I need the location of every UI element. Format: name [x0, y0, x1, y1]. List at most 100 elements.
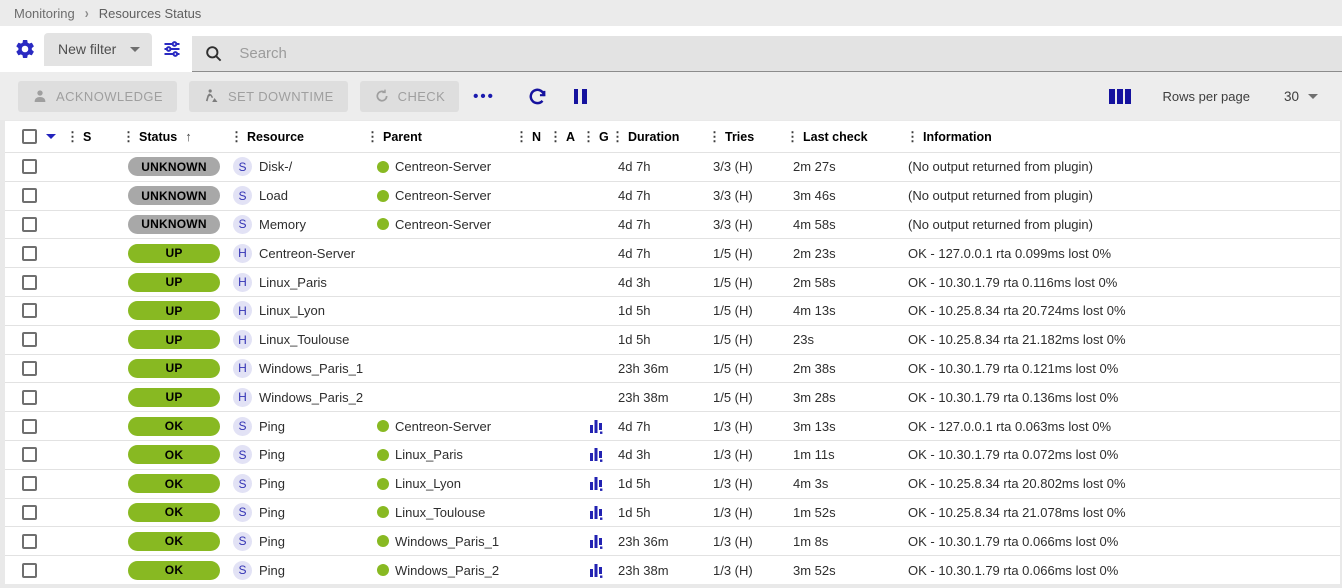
parent-name[interactable]: Centreon-Server	[395, 217, 491, 232]
row-checkbox[interactable]	[22, 361, 37, 376]
table-row[interactable]: OK S Ping Linux_Toulouse 1d 5h 1/3 (H) 1…	[5, 498, 1340, 527]
breadcrumb-resources-status[interactable]: Resources Status	[99, 6, 202, 21]
resource-name[interactable]: Centreon-Server	[259, 246, 355, 261]
resource-name[interactable]: Memory	[259, 217, 306, 232]
header-action[interactable]: ⋮A	[549, 129, 582, 145]
row-checkbox[interactable]	[22, 159, 37, 174]
table-row[interactable]: OK S Ping Linux_Paris 4d 3h 1/3 (H) 1m 1…	[5, 440, 1340, 469]
resource-name[interactable]: Linux_Paris	[259, 275, 327, 290]
header-duration[interactable]: ⋮Duration	[611, 129, 708, 145]
table-row[interactable]: OK S Ping Linux_Lyon 1d 5h 1/3 (H) 4m 3s…	[5, 469, 1340, 498]
table-row[interactable]: UP H Linux_Lyon 1d 5h 1/5 (H) 4m 13s OK …	[5, 296, 1340, 325]
sort-ascending-icon[interactable]: ↑	[185, 129, 192, 144]
row-checkbox[interactable]	[22, 534, 37, 549]
header-parent[interactable]: ⋮Parent	[366, 129, 515, 145]
resource-name[interactable]: Ping	[259, 447, 285, 462]
header-last-check[interactable]: ⋮Last check	[786, 129, 906, 145]
bar-chart-icon[interactable]	[589, 476, 604, 491]
resource-name[interactable]: Ping	[259, 534, 285, 549]
table-row[interactable]: OK S Ping Centreon-Server 4d 7h 1/3 (H) …	[5, 411, 1340, 440]
bar-chart-icon[interactable]	[589, 505, 604, 520]
rows-per-page-select[interactable]: 30	[1284, 89, 1318, 104]
row-checkbox[interactable]	[22, 275, 37, 290]
drag-handle-icon[interactable]: ⋮	[66, 129, 78, 145]
select-options-chevron-icon[interactable]	[46, 134, 56, 139]
header-notes[interactable]: ⋮N	[515, 129, 549, 145]
bar-chart-icon[interactable]	[589, 419, 604, 434]
row-checkbox[interactable]	[22, 217, 37, 232]
drag-handle-icon[interactable]: ⋮	[230, 129, 242, 145]
acknowledge-button[interactable]: ACKNOWLEDGE	[18, 81, 177, 112]
row-checkbox[interactable]	[22, 332, 37, 347]
header-tries[interactable]: ⋮Tries	[708, 129, 786, 145]
table-row[interactable]: OK S Ping Windows_Paris_2 23h 38m 1/3 (H…	[5, 555, 1340, 584]
resource-name[interactable]: Ping	[259, 505, 285, 520]
table-row[interactable]: UP H Windows_Paris_1 23h 36m 1/5 (H) 2m …	[5, 354, 1340, 383]
advanced-filter-button[interactable]	[152, 39, 192, 59]
resource-name[interactable]: Ping	[259, 419, 285, 434]
drag-handle-icon[interactable]: ⋮	[366, 129, 378, 145]
drag-handle-icon[interactable]: ⋮	[549, 129, 561, 145]
header-severity[interactable]: ⋮S	[66, 129, 122, 145]
bar-chart-icon[interactable]	[589, 563, 604, 578]
drag-handle-icon[interactable]: ⋮	[708, 129, 720, 145]
search-input[interactable]	[239, 45, 922, 62]
resource-name[interactable]: Disk-/	[259, 159, 292, 174]
header-information[interactable]: ⋮Information	[906, 129, 1340, 145]
row-checkbox[interactable]	[22, 188, 37, 203]
breadcrumb-monitoring[interactable]: Monitoring	[14, 6, 75, 21]
drag-handle-icon[interactable]: ⋮	[786, 129, 798, 145]
table-row[interactable]: UP H Windows_Paris_2 23h 38m 1/5 (H) 3m …	[5, 382, 1340, 411]
drag-handle-icon[interactable]: ⋮	[611, 129, 623, 145]
table-row[interactable]: UP H Linux_Paris 4d 3h 1/5 (H) 2m 58s OK…	[5, 267, 1340, 296]
parent-name[interactable]: Linux_Paris	[395, 447, 463, 462]
parent-name[interactable]: Windows_Paris_2	[395, 563, 499, 578]
row-checkbox[interactable]	[22, 563, 37, 578]
parent-name[interactable]: Linux_Toulouse	[395, 505, 485, 520]
filter-settings-button[interactable]	[10, 38, 40, 60]
parent-name[interactable]: Centreon-Server	[395, 159, 491, 174]
select-all-checkbox[interactable]	[22, 129, 37, 144]
edit-columns-button[interactable]	[1109, 89, 1131, 104]
parent-name[interactable]: Centreon-Server	[395, 188, 491, 203]
header-graph[interactable]: ⋮G	[582, 129, 611, 145]
row-checkbox[interactable]	[22, 447, 37, 462]
pause-autorefresh-button[interactable]	[570, 85, 591, 108]
parent-name[interactable]: Windows_Paris_1	[395, 534, 499, 549]
header-resource[interactable]: ⋮Resource	[230, 129, 366, 145]
row-checkbox[interactable]	[22, 246, 37, 261]
resource-name[interactable]: Linux_Lyon	[259, 303, 325, 318]
row-checkbox[interactable]	[22, 476, 37, 491]
resource-name[interactable]: Ping	[259, 563, 285, 578]
table-row[interactable]: UP H Centreon-Server 4d 7h 1/5 (H) 2m 23…	[5, 238, 1340, 267]
row-checkbox[interactable]	[22, 505, 37, 520]
table-row[interactable]: UNKNOWN S Disk-/ Centreon-Server 4d 7h 3…	[5, 152, 1340, 181]
resource-name[interactable]: Windows_Paris_2	[259, 390, 363, 405]
set-downtime-button[interactable]: SET DOWNTIME	[189, 81, 348, 112]
more-actions-button[interactable]: •••	[473, 88, 495, 105]
parent-name[interactable]: Linux_Lyon	[395, 476, 461, 491]
table-row[interactable]: OK S Ping Windows_Paris_1 23h 36m 1/3 (H…	[5, 526, 1340, 555]
new-filter-select[interactable]: New filter	[44, 33, 152, 66]
drag-handle-icon[interactable]: ⋮	[515, 129, 527, 145]
table-row[interactable]: UNKNOWN S Memory Centreon-Server 4d 7h 3…	[5, 210, 1340, 239]
header-status[interactable]: ⋮Status↑	[122, 129, 230, 145]
drag-handle-icon[interactable]: ⋮	[906, 129, 918, 145]
bar-chart-icon[interactable]	[589, 447, 604, 462]
drag-handle-icon[interactable]: ⋮	[122, 129, 134, 145]
table-row[interactable]: UP H Linux_Toulouse 1d 5h 1/5 (H) 23s OK…	[5, 325, 1340, 354]
row-checkbox[interactable]	[22, 303, 37, 318]
row-checkbox[interactable]	[22, 419, 37, 434]
resource-name[interactable]: Ping	[259, 476, 285, 491]
row-checkbox[interactable]	[22, 390, 37, 405]
drag-handle-icon[interactable]: ⋮	[582, 129, 594, 145]
resource-name[interactable]: Load	[259, 188, 288, 203]
table-row[interactable]: UNKNOWN S Load Centreon-Server 4d 7h 3/3…	[5, 181, 1340, 210]
refresh-button[interactable]	[523, 82, 552, 111]
resource-name[interactable]: Linux_Toulouse	[259, 332, 349, 347]
search-field[interactable]	[192, 36, 1342, 72]
check-button[interactable]: CHECK	[360, 81, 460, 112]
bar-chart-icon[interactable]	[589, 534, 604, 549]
parent-name[interactable]: Centreon-Server	[395, 419, 491, 434]
resource-name[interactable]: Windows_Paris_1	[259, 361, 363, 376]
